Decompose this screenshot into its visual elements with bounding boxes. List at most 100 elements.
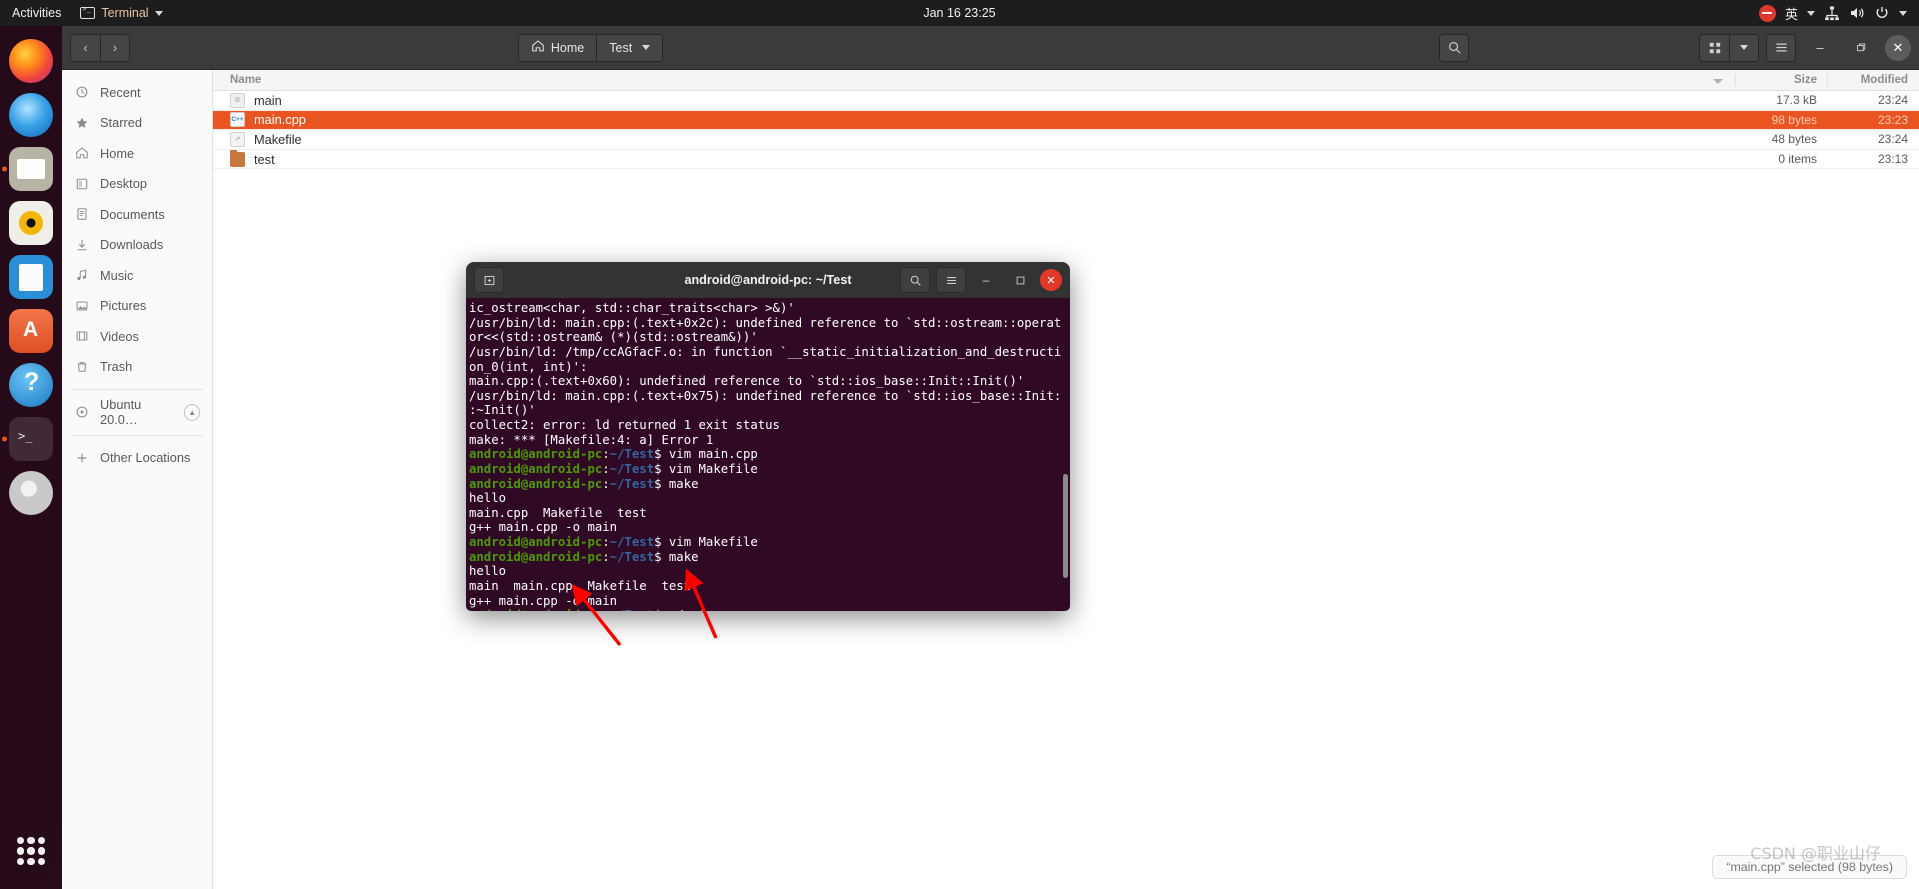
- close-button[interactable]: ✕: [1885, 34, 1911, 61]
- file-name-label: Makefile: [254, 131, 302, 147]
- clock-icon: [74, 84, 90, 100]
- files-window-controls: – ✕: [1699, 33, 1911, 63]
- sidebar-item-documents[interactable]: Documents: [62, 199, 212, 230]
- dock-item-libreoffice-writer[interactable]: [9, 255, 53, 299]
- file-modified-cell: 23:24: [1877, 132, 1908, 147]
- file-size-cell: 98 bytes: [1771, 112, 1817, 127]
- sidebar-item-label: Ubuntu 20.0…: [100, 397, 142, 428]
- disc-icon: [74, 404, 90, 420]
- sidebar-item-music[interactable]: Music: [62, 260, 212, 291]
- dock-item-terminal[interactable]: [9, 417, 53, 461]
- table-row[interactable]: ⚙ main 17.3 kB 23:24: [213, 91, 1919, 111]
- dock-item-thunderbird[interactable]: [9, 93, 53, 137]
- column-header-name[interactable]: Name: [213, 74, 1735, 86]
- search-icon[interactable]: [900, 267, 930, 293]
- file-name-cell: C++ main.cpp: [213, 112, 1735, 128]
- forward-button[interactable]: ›: [100, 33, 130, 62]
- breadcrumb: Home Test: [517, 33, 664, 62]
- plus-icon: [74, 450, 90, 466]
- breadcrumb-test[interactable]: Test: [597, 33, 664, 62]
- dock-item-rhythmbox[interactable]: [9, 201, 53, 245]
- view-options-caret-icon[interactable]: [1729, 33, 1759, 62]
- topbar-indicators: 英: [1758, 4, 1919, 23]
- search-button[interactable]: [1439, 33, 1469, 62]
- new-tab-icon[interactable]: [474, 267, 504, 293]
- dock-item-ubuntu-software[interactable]: [9, 309, 53, 353]
- sidebar-item-label: Downloads: [100, 237, 164, 253]
- gnome-top-bar: Activities Terminal Jan 16 23:25 英: [0, 0, 1919, 26]
- show-applications-button[interactable]: [9, 829, 53, 873]
- sidebar-item-pictures[interactable]: Pictures: [62, 291, 212, 322]
- sidebar-divider: [71, 389, 203, 390]
- desktop-screen: Activities Terminal Jan 16 23:25 英: [0, 0, 1919, 889]
- minimize-button[interactable]: –: [1803, 33, 1837, 63]
- navigation-buttons: ‹ ›: [70, 33, 130, 62]
- chevron-down-icon[interactable]: [1807, 10, 1815, 16]
- sidebar-item-label: Other Locations: [100, 450, 191, 466]
- maximize-button[interactable]: [1006, 267, 1034, 293]
- column-header-size[interactable]: Size: [1735, 74, 1827, 86]
- topbar-app-menu[interactable]: Terminal: [72, 5, 170, 20]
- table-row[interactable]: C++ main.cpp 98 bytes 23:23: [213, 110, 1919, 131]
- sidebar-item-label: Recent: [100, 84, 141, 100]
- dock-item-help[interactable]: [9, 363, 53, 407]
- breadcrumb-home[interactable]: Home: [517, 33, 598, 62]
- volume-icon[interactable]: [1849, 5, 1865, 21]
- grid-view-icon[interactable]: [1699, 33, 1729, 62]
- file-name-label: main: [254, 92, 282, 108]
- dock-item-ubuntu-dvd[interactable]: [9, 471, 53, 515]
- maximize-button[interactable]: [1844, 33, 1878, 63]
- close-button[interactable]: ✕: [1040, 269, 1062, 291]
- sidebar-divider: [71, 434, 203, 436]
- recording-indicator-icon[interactable]: [1758, 4, 1776, 22]
- sidebar-item-label: Home: [100, 145, 135, 161]
- input-method-label[interactable]: 英: [1785, 4, 1798, 23]
- sidebar-item-ubuntu-disc[interactable]: Ubuntu 20.0… ▲: [62, 397, 212, 428]
- files-header-bar: ‹ › Home Test – ✕: [62, 26, 1919, 70]
- hamburger-menu-icon[interactable]: [936, 267, 966, 293]
- sidebar-item-recent[interactable]: Recent: [62, 77, 212, 108]
- table-row[interactable]: ↗ Makefile 48 bytes 23:24: [213, 130, 1919, 150]
- dock-item-files[interactable]: [9, 147, 53, 191]
- activities-button[interactable]: Activities: [0, 6, 72, 20]
- sidebar-item-videos[interactable]: Videos: [62, 321, 212, 352]
- topbar-app-name: Terminal: [101, 6, 149, 20]
- sidebar-item-trash[interactable]: Trash: [62, 352, 212, 383]
- sidebar-item-label: Trash: [100, 359, 133, 375]
- hamburger-menu-icon[interactable]: [1766, 33, 1796, 62]
- picture-icon: [74, 298, 90, 314]
- back-button[interactable]: ‹: [70, 33, 100, 62]
- terminal-output[interactable]: ic_ostream<char, std::char_traits<char> …: [466, 298, 1070, 611]
- music-note-icon: [74, 267, 90, 283]
- file-name-cell: test: [213, 149, 1735, 167]
- star-icon: [74, 115, 90, 131]
- sidebar-item-other-locations[interactable]: Other Locations: [62, 443, 212, 474]
- file-size-cell: 0 items: [1778, 152, 1817, 167]
- sidebar-item-label: Desktop: [100, 176, 147, 192]
- network-icon[interactable]: [1824, 5, 1840, 21]
- sidebar-item-starred[interactable]: Starred: [62, 108, 212, 139]
- clock[interactable]: Jan 16 23:25: [0, 6, 1919, 20]
- binary-file-icon: ⚙: [230, 92, 245, 108]
- dock-item-firefox[interactable]: [9, 39, 53, 83]
- file-name-cell: ⚙ main: [213, 92, 1735, 108]
- column-header-modified[interactable]: Modified: [1827, 74, 1919, 86]
- file-name-cell: ↗ Makefile: [213, 131, 1735, 147]
- power-icon[interactable]: [1874, 5, 1890, 21]
- sidebar-item-label: Starred: [100, 115, 142, 131]
- eject-icon[interactable]: ▲: [184, 403, 200, 421]
- folder-icon: [230, 149, 245, 167]
- sidebar-item-desktop[interactable]: Desktop: [62, 169, 212, 200]
- breadcrumb-test-label: Test: [609, 40, 633, 55]
- system-menu-caret-icon[interactable]: [1899, 10, 1907, 16]
- minimize-button[interactable]: –: [972, 267, 1000, 293]
- sort-descending-icon: [1713, 79, 1723, 84]
- desktop-icon: [74, 176, 90, 192]
- table-row[interactable]: test 0 items 23:13: [213, 149, 1919, 170]
- terminal-window-controls: – ✕: [900, 267, 1062, 293]
- terminal-scrollbar[interactable]: [1063, 474, 1068, 578]
- document-icon: [74, 206, 90, 222]
- sidebar-item-downloads[interactable]: Downloads: [62, 230, 212, 261]
- sidebar-item-home[interactable]: Home: [62, 138, 212, 169]
- file-modified-cell: 23:13: [1877, 152, 1908, 167]
